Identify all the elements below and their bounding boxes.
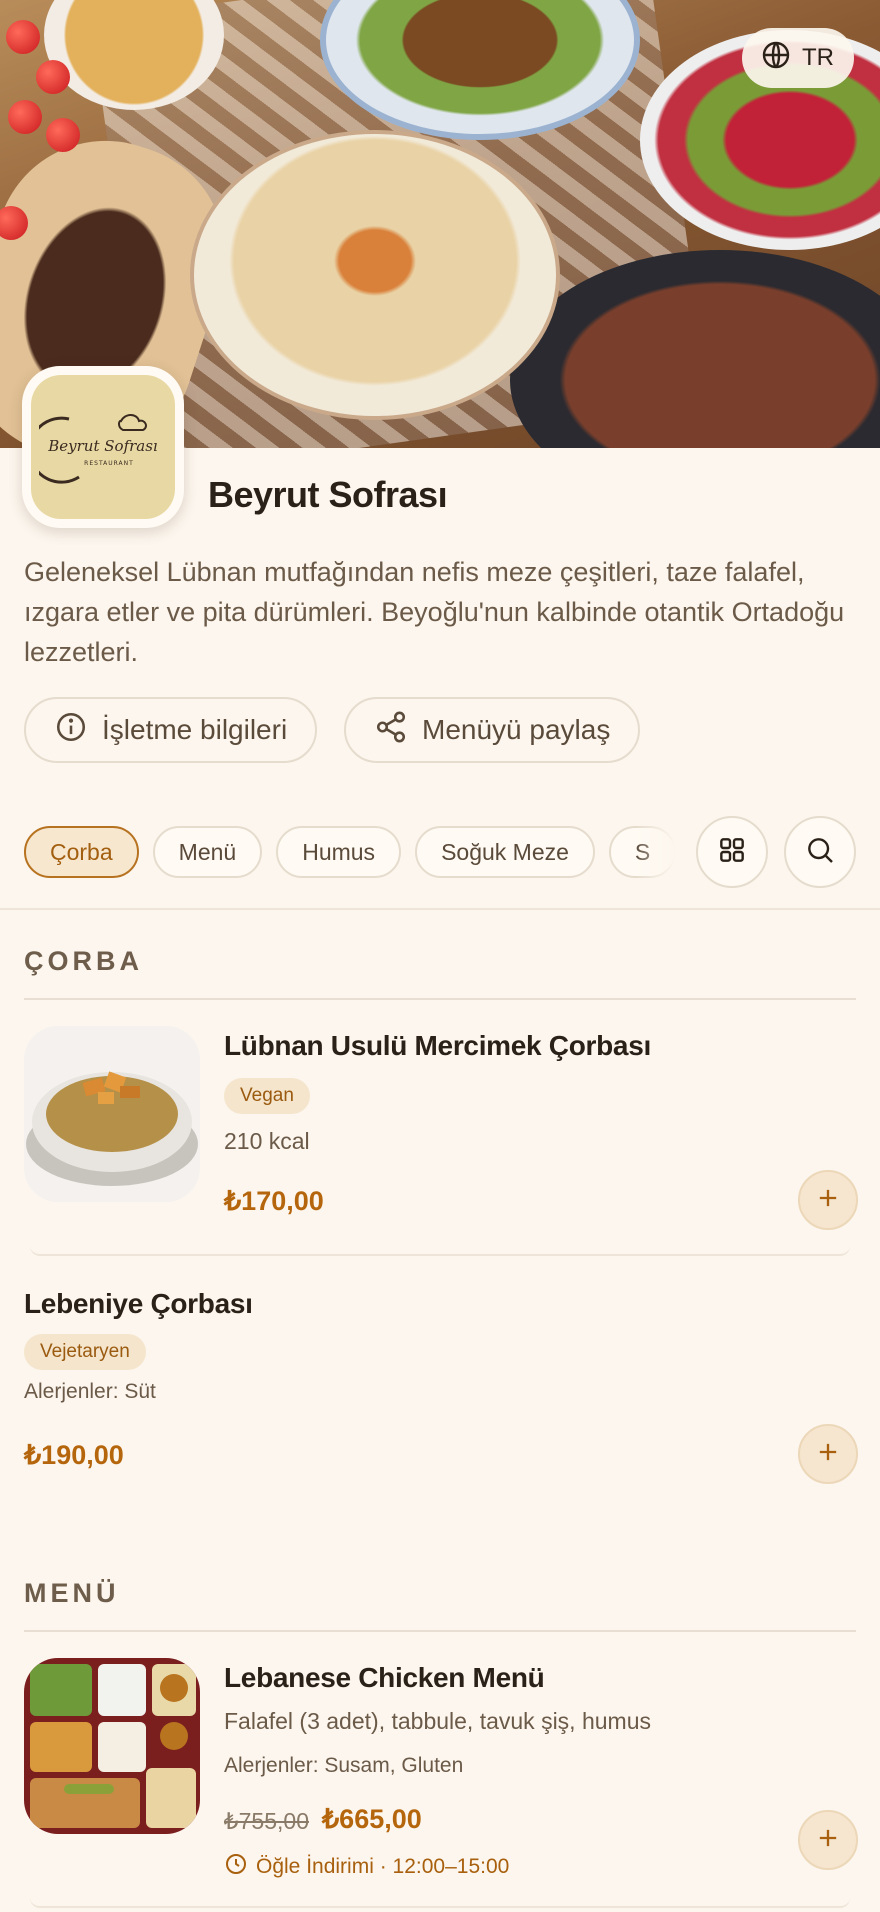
globe-icon [760,39,792,78]
category-bar: ÇorbaMenüHumusSoğuk MezeS [0,816,880,888]
restaurant-name: Beyrut Sofrası [208,474,448,515]
plus-icon [814,1184,842,1217]
item-price: ₺170,00 [224,1186,324,1216]
section-title-menu: MENÜ [24,1578,120,1608]
section-title-corba: ÇORBA [24,946,143,976]
promo-text: Öğle İndirimi · 12:00–15:00 [256,1855,510,1878]
logo-mark: Beyrut Sofrası RESTAURANT [39,414,158,484]
language-button[interactable]: TR [742,28,854,88]
category-scroll[interactable]: ÇorbaMenüHumusSoğuk MezeS [24,826,676,882]
category-corba[interactable]: Çorba [24,826,139,878]
item-name[interactable]: Lebanese Chicken Menü [224,1662,545,1694]
share-menu-label: Menüyü paylaş [422,714,611,745]
restaurant-description: Geleneksel Lübnan mutfağından nefis meze… [24,557,845,667]
item-calories: 210 kcal [224,1128,310,1154]
add-to-cart-button[interactable] [798,1810,858,1870]
diet-tag: Vegan [224,1078,310,1114]
category-humus[interactable]: Humus [276,826,402,878]
add-to-cart-button[interactable] [798,1170,858,1230]
category-menu[interactable]: Menü [152,826,263,878]
plus-icon [814,1824,842,1857]
logo-text: Beyrut Sofrası [47,437,157,455]
item-allergens: Alerjenler: Susam, Gluten [224,1754,464,1777]
item-old-price: ₺755,00 [224,1808,309,1834]
clock-icon [224,1852,248,1882]
item-name[interactable]: Lebeniye Çorbası [24,1288,253,1320]
share-menu-button[interactable]: Menüyü paylaş [344,697,641,763]
item-allergens: Alerjenler: Süt [24,1380,156,1403]
plus-icon [814,1438,842,1471]
restaurant-logo: Beyrut Sofrası RESTAURANT [22,366,184,528]
item-image-chicken-menu[interactable] [24,1658,200,1834]
section-divider [24,1630,856,1632]
share-icon [374,710,408,751]
item-price: ₺190,00 [24,1440,124,1470]
promo-label: Öğle İndirimi · 12:00–15:00 [224,1852,509,1882]
section-divider [24,998,856,1000]
grid-icon [716,834,748,871]
add-to-cart-button[interactable] [798,1424,858,1484]
search-button[interactable] [784,816,856,888]
category-soguk-meze[interactable]: Soğuk Meze [415,826,595,878]
grid-view-button[interactable] [696,816,768,888]
card-divider [30,1246,850,1256]
category-divider [0,908,880,910]
item-description: Falafel (3 adet), tabbule, tavuk şiş, hu… [224,1708,651,1734]
card-divider [30,1898,850,1908]
info-icon [54,710,88,751]
language-label: TR [802,44,834,71]
business-info-button[interactable]: İşletme bilgileri [24,697,318,763]
item-image-mercimek[interactable] [24,1026,200,1202]
diet-tag: Vejetaryen [24,1334,146,1370]
item-name[interactable]: Lübnan Usulü Mercimek Çorbası [224,1030,651,1062]
business-info-label: İşletme bilgileri [102,714,288,745]
item-price: ₺665,00 [322,1804,422,1834]
logo-subtext: RESTAURANT [84,460,134,467]
search-icon [804,834,836,871]
